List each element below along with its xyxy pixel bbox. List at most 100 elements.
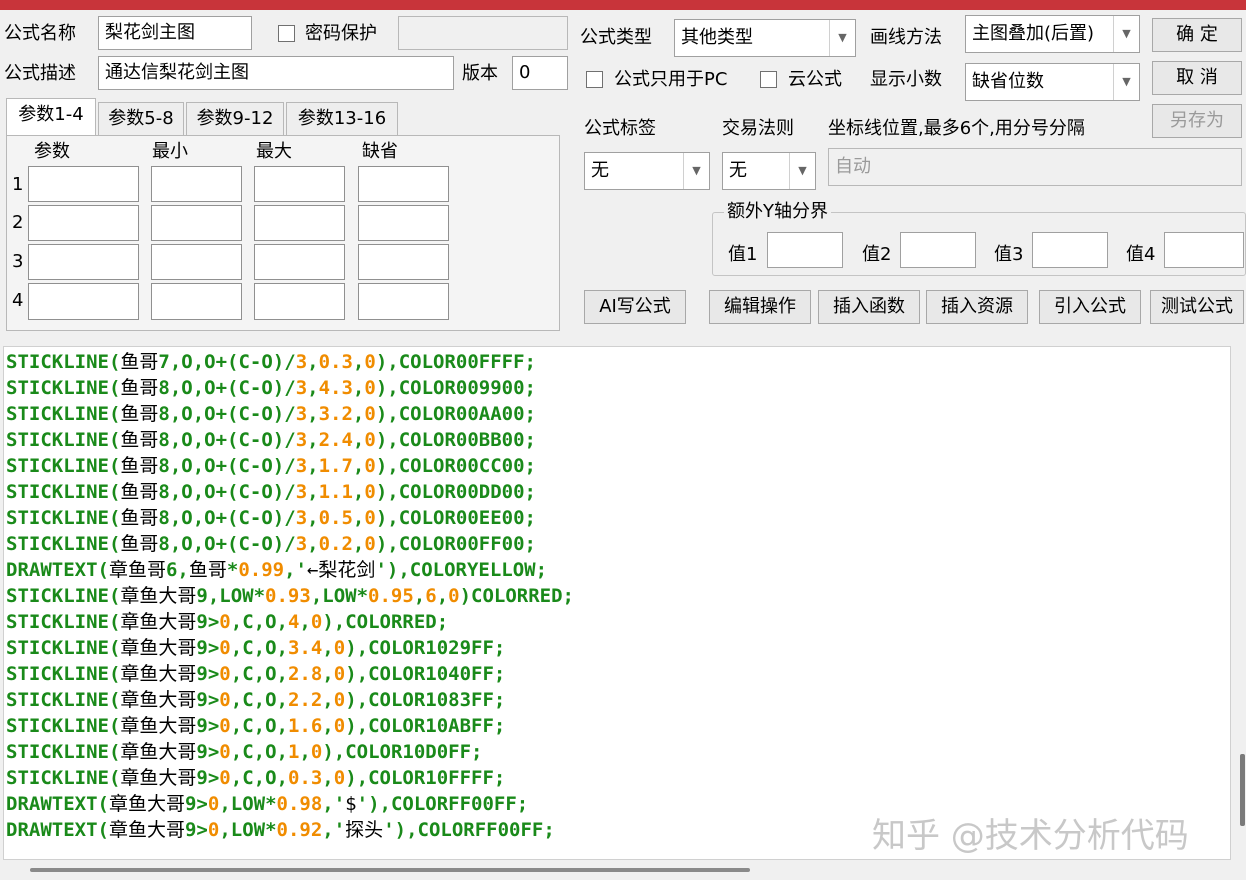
tab-params-9-12[interactable]: 参数9-12 bbox=[186, 102, 284, 136]
param-header-name: 参数 bbox=[34, 141, 70, 162]
code-token: 章鱼大哥 bbox=[120, 715, 197, 737]
param-1-max-input[interactable] bbox=[254, 166, 345, 202]
chevron-down-icon[interactable]: ▼ bbox=[683, 153, 709, 189]
code-token: ,LOW* bbox=[219, 793, 277, 815]
code-line: STICKLINE(章鱼大哥9>0,C,O,0.3,0),COLOR10FFFF… bbox=[6, 765, 574, 791]
chevron-down-icon[interactable]: ▼ bbox=[829, 20, 855, 56]
horizontal-scrollbar[interactable] bbox=[30, 868, 750, 872]
ai-write-button[interactable]: AI写公式 bbox=[584, 290, 686, 324]
draw-method-value: 主图叠加(后置) bbox=[972, 23, 1095, 44]
param-3-max-input[interactable] bbox=[254, 244, 345, 280]
code-token: STICKLINE( bbox=[6, 507, 121, 529]
param-4-max-input[interactable] bbox=[254, 283, 345, 320]
y-value-2-input[interactable] bbox=[900, 232, 976, 268]
chevron-down-icon[interactable]: ▼ bbox=[1113, 64, 1139, 100]
insert-function-button[interactable]: 插入函数 bbox=[818, 290, 920, 324]
code-token: 1.1 bbox=[318, 481, 353, 503]
formula-tag-value: 无 bbox=[591, 160, 609, 181]
formula-desc-input[interactable]: 通达信梨花剑主图 bbox=[98, 56, 454, 90]
param-4-default-input[interactable] bbox=[358, 283, 449, 320]
code-token: ),COLOR10ABFF; bbox=[345, 715, 506, 737]
code-token: ),COLOR00AA00; bbox=[375, 403, 536, 425]
code-token: 9> bbox=[196, 663, 220, 685]
param-2-default-input[interactable] bbox=[358, 205, 449, 241]
y-value-1-label: 值1 bbox=[728, 244, 758, 265]
param-1-default-input[interactable] bbox=[358, 166, 449, 202]
param-1-name-input[interactable] bbox=[28, 166, 139, 202]
code-token: 3.2 bbox=[318, 403, 353, 425]
code-token: ),COLOR1083FF; bbox=[345, 689, 506, 711]
vertical-scrollbar[interactable] bbox=[1240, 754, 1245, 826]
save-as-button[interactable]: 另存为 bbox=[1152, 104, 1242, 138]
tab-params-1-4[interactable]: 参数1-4 bbox=[6, 98, 96, 136]
decimals-select[interactable]: 缺省位数 ▼ bbox=[965, 63, 1140, 101]
code-token: 鱼哥 bbox=[120, 403, 159, 425]
code-token: 0 bbox=[364, 507, 376, 529]
param-4-min-input[interactable] bbox=[151, 283, 242, 320]
code-token: 8,O,O+(C-O)/ bbox=[158, 533, 296, 555]
pc-only-checkbox[interactable] bbox=[586, 71, 603, 88]
insert-resource-button[interactable]: 插入资源 bbox=[926, 290, 1028, 324]
code-token: 0 bbox=[219, 637, 231, 659]
param-3-min-input[interactable] bbox=[151, 244, 242, 280]
version-input[interactable]: 0 bbox=[512, 56, 568, 90]
tab-params-5-8[interactable]: 参数5-8 bbox=[98, 102, 184, 136]
formula-name-input[interactable]: 梨花剑主图 bbox=[98, 16, 252, 50]
code-token: ),COLOR10D0FF; bbox=[322, 741, 483, 763]
code-editor[interactable]: STICKLINE(鱼哥7,O,O+(C-O)/3,0.3,0),COLOR00… bbox=[3, 346, 1231, 860]
param-3-name-input[interactable] bbox=[28, 244, 139, 280]
code-token: 0 bbox=[333, 767, 346, 789]
code-token: , bbox=[322, 767, 334, 789]
code-token: 0 bbox=[333, 715, 346, 737]
formula-type-select[interactable]: 其他类型 ▼ bbox=[674, 19, 856, 57]
param-2-min-input[interactable] bbox=[151, 205, 242, 241]
cloud-checkbox[interactable] bbox=[760, 71, 777, 88]
code-token: 鱼哥 bbox=[120, 507, 159, 529]
chevron-down-icon[interactable]: ▼ bbox=[789, 153, 815, 189]
password-input[interactable] bbox=[398, 16, 568, 50]
formula-tag-select[interactable]: 无 ▼ bbox=[584, 152, 710, 190]
code-token: 章鱼哥 bbox=[108, 559, 166, 581]
code-token: 9> bbox=[196, 611, 220, 633]
edit-operation-button[interactable]: 编辑操作 bbox=[709, 290, 811, 324]
password-label: 密码保护 bbox=[305, 23, 377, 44]
test-formula-button[interactable]: 测试公式 bbox=[1150, 290, 1244, 324]
code-token: 鱼哥 bbox=[120, 429, 159, 451]
code-token: 0 bbox=[219, 767, 231, 789]
code-token: 0 bbox=[219, 689, 231, 711]
code-text[interactable]: STICKLINE(鱼哥7,O,O+(C-O)/3,0.3,0),COLOR00… bbox=[6, 349, 574, 843]
chevron-down-icon[interactable]: ▼ bbox=[1113, 16, 1139, 52]
decimals-value: 缺省位数 bbox=[972, 71, 1044, 92]
password-checkbox[interactable] bbox=[278, 25, 295, 42]
tab-params-13-16[interactable]: 参数13-16 bbox=[286, 102, 398, 136]
code-token: STICKLINE( bbox=[6, 585, 121, 607]
code-token: ,C,O, bbox=[230, 741, 288, 763]
cloud-label: 云公式 bbox=[788, 69, 842, 90]
draw-method-select[interactable]: 主图叠加(后置) ▼ bbox=[965, 15, 1140, 53]
ok-button[interactable]: 确 定 bbox=[1152, 18, 1242, 52]
code-token: ),COLOR00EE00; bbox=[375, 507, 536, 529]
code-token: 章鱼大哥 bbox=[120, 767, 197, 789]
trade-rule-select[interactable]: 无 ▼ bbox=[722, 152, 816, 190]
code-token: 1 bbox=[287, 741, 300, 763]
y-value-1-input[interactable] bbox=[767, 232, 843, 268]
code-token: , bbox=[307, 507, 319, 529]
code-line: STICKLINE(鱼哥7,O,O+(C-O)/3,0.3,0),COLOR00… bbox=[6, 349, 574, 375]
cancel-button[interactable]: 取 消 bbox=[1152, 61, 1242, 95]
code-line: STICKLINE(章鱼大哥9>0,C,O,2.8,0),COLOR1040FF… bbox=[6, 661, 574, 687]
y-value-4-input[interactable] bbox=[1164, 232, 1244, 268]
code-token: 0 bbox=[333, 663, 346, 685]
y-value-4-label: 值4 bbox=[1126, 244, 1156, 265]
param-2-name-input[interactable] bbox=[28, 205, 139, 241]
param-row-label: 3 bbox=[12, 251, 24, 272]
param-1-min-input[interactable] bbox=[151, 166, 242, 202]
import-formula-button[interactable]: 引入公式 bbox=[1039, 290, 1141, 324]
param-3-default-input[interactable] bbox=[358, 244, 449, 280]
code-line: STICKLINE(章鱼大哥9>0,C,O,4,0),COLORRED; bbox=[6, 609, 574, 635]
param-4-name-input[interactable] bbox=[28, 283, 139, 320]
axis-position-input[interactable]: 自动 bbox=[828, 148, 1242, 186]
code-token: 0 bbox=[333, 637, 346, 659]
y-value-3-input[interactable] bbox=[1032, 232, 1108, 268]
param-2-max-input[interactable] bbox=[254, 205, 345, 241]
code-token: ,C,O, bbox=[230, 715, 288, 737]
